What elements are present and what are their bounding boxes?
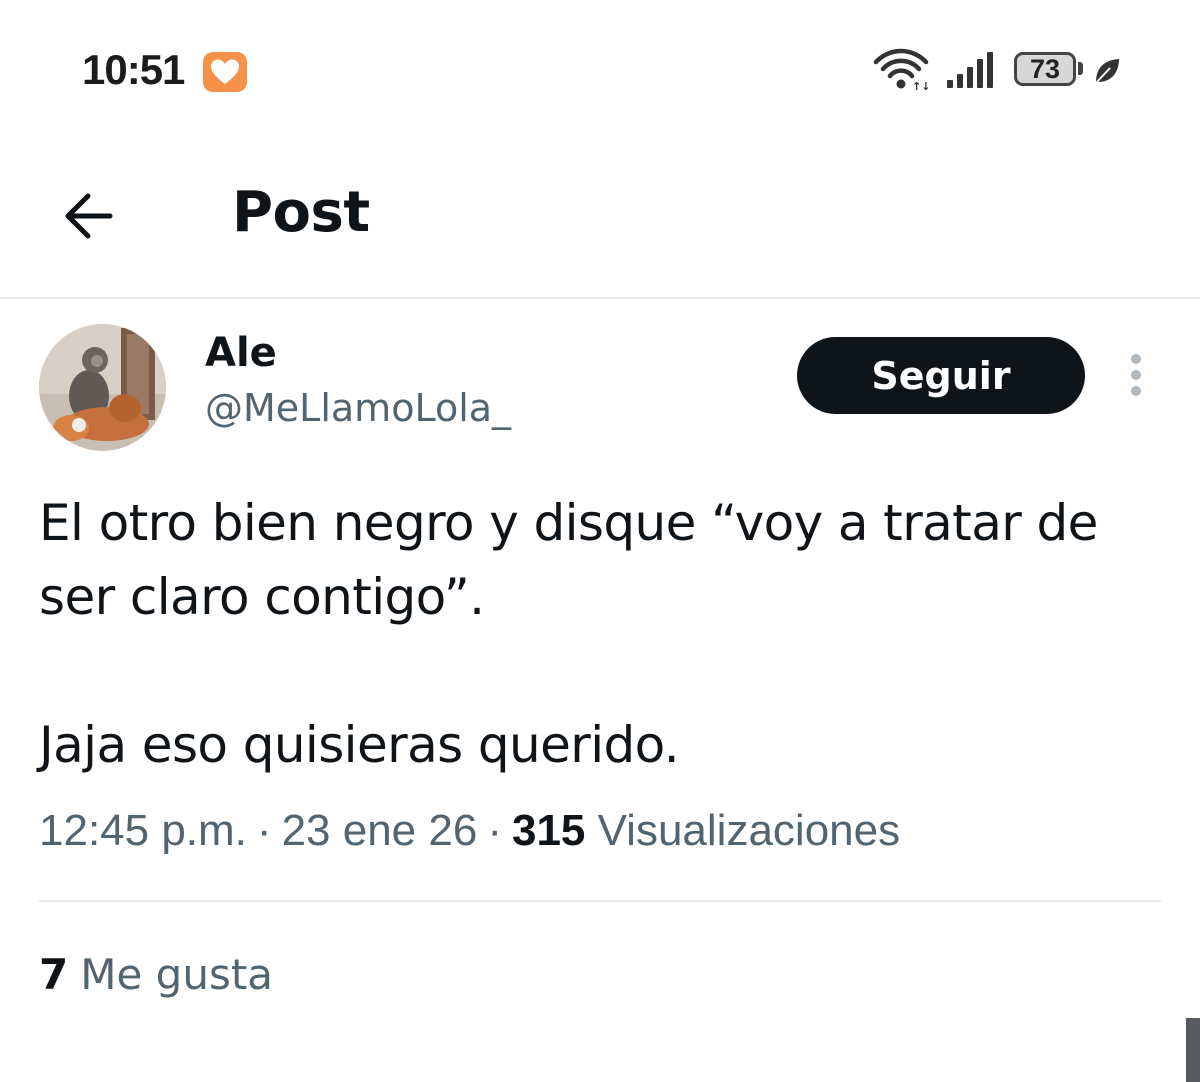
likes-row[interactable]: 7 Me gusta [39, 950, 273, 999]
battery-level: 73 [1029, 54, 1061, 84]
page-title: Post [232, 180, 370, 245]
post-meta: 12:45 p.m. · 23 ene 26 · 315 Visualizaciones [39, 806, 900, 856]
leaf-icon [1092, 56, 1122, 90]
battery-icon: 73 [1014, 52, 1076, 86]
post-text: El otro bien negro y disque “voy a trata… [39, 486, 1179, 782]
arrow-left-icon[interactable] [58, 188, 122, 244]
post-time[interactable]: 12:45 p.m. [39, 806, 247, 855]
likes-label: Me gusta [80, 950, 274, 999]
header: Post [0, 130, 1200, 298]
meta-separator: · [256, 806, 272, 855]
svg-text:↑↓: ↑↓ [912, 80, 930, 92]
more-vertical-icon[interactable] [1126, 352, 1146, 398]
author-name[interactable]: Ale [205, 330, 277, 376]
likes-count: 7 [39, 950, 69, 999]
views-label[interactable]: Visualizaciones [598, 806, 900, 855]
status-bar: 10:51 ↑↓ 73 [0, 0, 1200, 130]
post-text-line: Jaja eso quisieras querido. [39, 716, 680, 774]
post-text-line: El otro bien negro y disque “voy a trata… [39, 494, 1098, 626]
scrollbar[interactable] [1186, 1018, 1200, 1082]
meta-divider [39, 900, 1161, 902]
meta-separator: · [487, 806, 502, 855]
status-time: 10:51 [82, 46, 185, 93]
signal-icon [945, 50, 999, 94]
views-count[interactable]: 315 [512, 806, 585, 855]
avatar[interactable] [39, 324, 166, 451]
follow-button[interactable]: Seguir [797, 337, 1085, 414]
monkey-avatar [39, 324, 166, 451]
author-handle[interactable]: @MeLlamoLola_ [205, 386, 511, 430]
heart-app-icon [203, 52, 247, 92]
header-divider [0, 297, 1200, 299]
battery-tip [1078, 62, 1083, 75]
wifi-icon: ↑↓ [872, 48, 930, 96]
post-date[interactable]: 23 ene 26 [282, 806, 478, 855]
